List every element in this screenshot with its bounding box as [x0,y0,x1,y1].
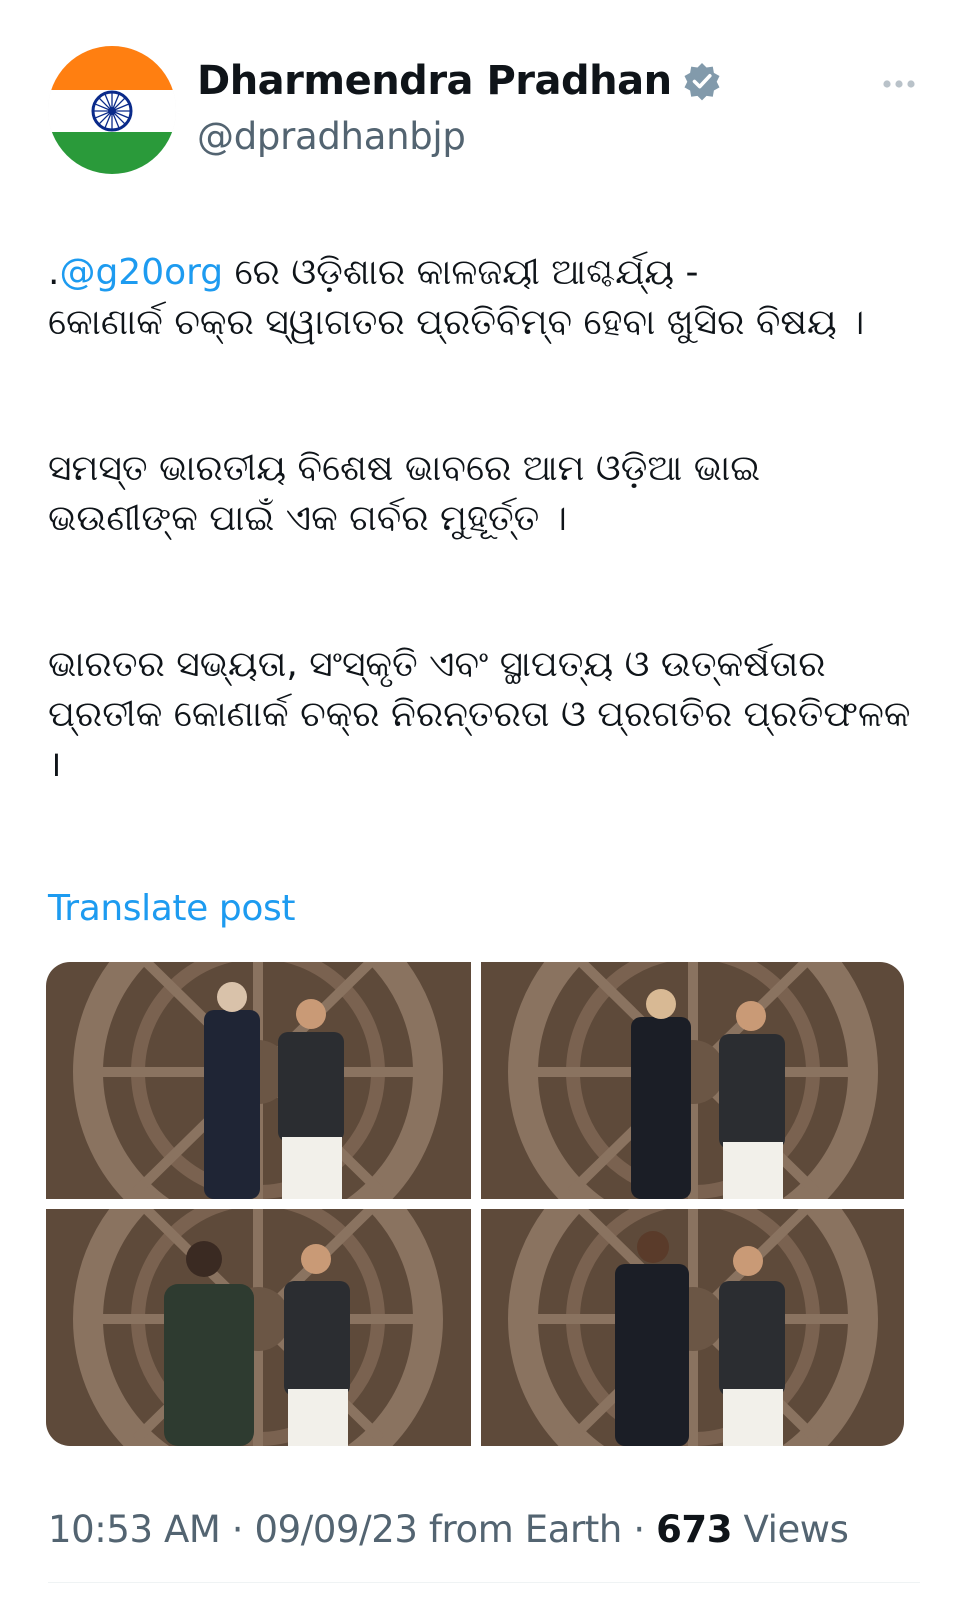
tweet-date[interactable]: 09/09/23 [255,1508,418,1551]
tweet-paragraph: ସମସ୍ତ ଭାରତୀୟ ବିଶେଷ ଭାବରେ ଆମ ଓଡ଼ିଆ ଭାଇ ଭଉ… [48,448,761,539]
tweet-paragraph: ଭାରତର ସଭ୍ୟତା, ସଂସ୍କୃତି ଏବଂ ସ୍ଥାପତ୍ୟ ଓ ଉତ… [48,644,911,785]
author-name-row: Dharmendra Pradhan [197,58,722,104]
photo-3[interactable] [46,1209,471,1446]
more-options-icon[interactable] [882,76,922,92]
views-count: 673 [656,1508,733,1551]
author-display-name[interactable]: Dharmendra Pradhan [197,58,672,104]
author-handle[interactable]: @dpradhanbjp [197,115,466,158]
india-flag-avatar[interactable] [48,46,176,174]
meta-separator: · [621,1508,657,1551]
tweet-meta: 10:53 AM · 09/09/23 from Earth · 673 Vie… [48,1508,849,1551]
tweet-text-lead: . [48,252,60,293]
tweet-time[interactable]: 10:53 AM [48,1508,221,1551]
mention-link[interactable]: @g20org [59,252,223,293]
tweet-header: Dharmendra Pradhan @dpradhanbjp [0,0,967,190]
translate-post-link[interactable]: Translate post [48,888,295,929]
divider [48,1582,920,1583]
photo-2[interactable] [481,962,904,1199]
tweet-text: .@g20org ରେ ଓଡ଼ିଶାର କାଳଜୟୀ ଆଶ୍ଚର୍ଯ୍ୟ - କ… [48,248,928,790]
photo-4[interactable] [481,1209,904,1446]
photo-1[interactable] [46,962,471,1199]
meta-separator: · [220,1508,255,1551]
tweet-paragraph: .@g20org ରେ ଓଡ଼ିଶାର କାଳଜୟୀ ଆଶ୍ଚର୍ଯ୍ୟ - କ… [48,248,928,348]
tweet-source: from Earth [417,1508,622,1551]
media-grid [46,962,904,1446]
views-label: Views [732,1508,849,1551]
verified-badge-icon[interactable] [682,61,722,101]
